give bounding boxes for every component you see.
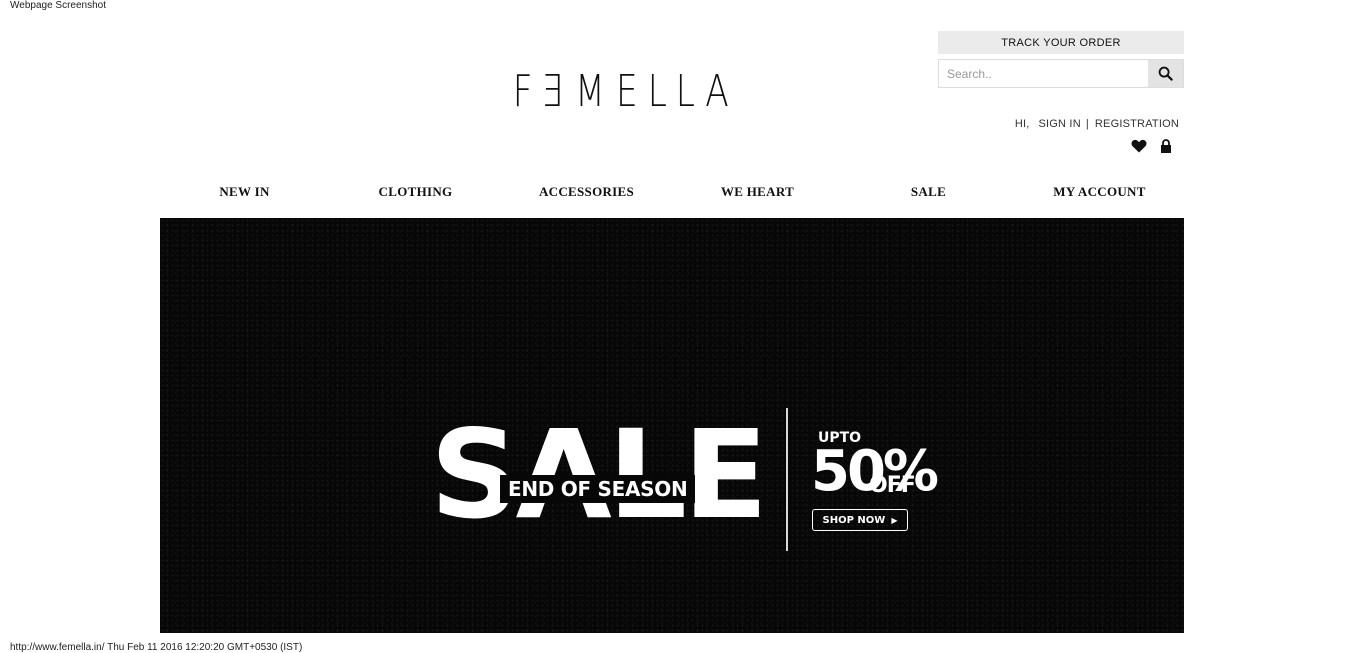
header-icons — [1131, 139, 1172, 153]
screenshot-url-caption: http://www.femella.in/ Thu Feb 11 2016 1… — [10, 642, 303, 653]
logo-letter: E — [616, 66, 638, 117]
logo-letter: E — [542, 66, 565, 117]
shop-now-label: SHOP NOW — [822, 514, 886, 526]
lock-icon[interactable] — [1160, 139, 1172, 153]
logo-letter: L — [647, 66, 667, 117]
shop-now-button[interactable]: SHOP NOW ▶ — [812, 509, 908, 531]
heart-icon[interactable] — [1131, 139, 1147, 153]
logo-letter: F — [512, 66, 533, 117]
logo-letter: L — [676, 66, 696, 117]
off-label: OFF — [869, 473, 916, 498]
greeting-text: HI, — [1014, 118, 1030, 130]
sign-in-link[interactable]: SIGN IN — [1038, 118, 1080, 130]
nav-item-clothing[interactable]: CLOTHING — [331, 184, 500, 204]
logo-letter: M — [575, 66, 605, 117]
logo-letter: A — [705, 66, 729, 117]
end-of-season-label: END OF SEASON — [500, 475, 696, 503]
screenshot-caption: Webpage Screenshot — [10, 0, 106, 11]
search-input[interactable] — [939, 60, 1148, 87]
nav-item-my-account[interactable]: MY ACCOUNT — [1015, 184, 1184, 204]
search-bar — [938, 59, 1184, 88]
nav-item-sale[interactable]: SALE — [844, 184, 1013, 204]
nav-item-accessories[interactable]: ACCESSORIES — [502, 184, 671, 204]
nav-item-new-in[interactable]: NEW IN — [160, 184, 329, 204]
main-nav: NEW IN CLOTHING ACCESSORIES WE HEART SAL… — [160, 184, 1184, 204]
link-separator: | — [1085, 118, 1089, 130]
sale-banner[interactable]: SALE END OF SEASON UPTO 50% OFF SHOP NOW… — [160, 218, 1184, 633]
search-icon — [1158, 66, 1173, 81]
account-links: HI, SIGN IN | REGISTRATION — [1015, 118, 1179, 130]
femella-logo[interactable]: F E M E L L A — [510, 66, 732, 117]
search-button[interactable] — [1148, 60, 1183, 87]
registration-link[interactable]: REGISTRATION — [1095, 118, 1179, 130]
banner-divider — [786, 408, 788, 551]
play-arrow-icon: ▶ — [891, 515, 898, 525]
track-order-button[interactable]: TRACK YOUR ORDER — [938, 31, 1184, 54]
nav-item-we-heart[interactable]: WE HEART — [673, 184, 842, 204]
